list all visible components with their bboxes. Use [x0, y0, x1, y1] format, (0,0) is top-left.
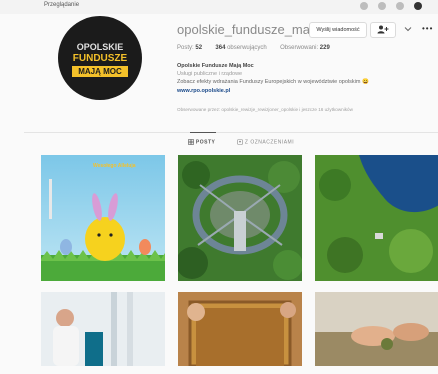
hands-planting-image: [315, 292, 438, 366]
easter-bunny-image: [41, 155, 165, 281]
bio-category: Usługi publiczne i rządowe: [177, 71, 243, 77]
explore-icon[interactable]: [396, 2, 404, 10]
tab-tagged-label: Z OZNACZENIAMI: [244, 139, 295, 146]
aerial-lake-image: [315, 155, 438, 281]
tab-posts-label: POSTY: [195, 139, 216, 146]
post-thumbnail-5[interactable]: [178, 292, 302, 366]
post-thumbnail-1[interactable]: Wesołego Alleluja: [41, 155, 165, 281]
beekeeping-image: [178, 292, 302, 366]
profile-avatar[interactable]: OPOLSKIE FUNDUSZE MAJĄ MOC: [58, 16, 142, 100]
avatar-logo-line-3: MAJĄ MOC: [72, 66, 128, 77]
followed-by-text[interactable]: Obserwowane przez: opolskie_rewizje_rewi…: [177, 107, 353, 112]
chevron-down-icon[interactable]: [404, 26, 412, 32]
add-user-icon: [377, 25, 389, 34]
tab-tagged[interactable]: Z OZNACZENIAMI: [237, 139, 294, 145]
top-bar: Przeglądanie: [0, 0, 438, 14]
post-thumbnail-4[interactable]: [41, 292, 165, 366]
tabs-divider: [24, 132, 438, 133]
post-thumbnail-6[interactable]: [315, 292, 438, 366]
post-thumbnail-2[interactable]: [178, 155, 302, 281]
notification-icon[interactable]: [360, 2, 368, 10]
bio-link[interactable]: www.rpo.opolskie.pl: [177, 88, 230, 94]
activity-icon[interactable]: [378, 2, 386, 10]
top-bar-text: Przeglądanie: [44, 2, 80, 8]
following-count[interactable]: 229: [320, 45, 330, 51]
avatar-logo-line-2: FUNDUSZE: [72, 53, 128, 64]
post-thumbnail-3[interactable]: [315, 155, 438, 281]
bio-description: Zobacz efekty wdrażania Funduszy Europej…: [177, 79, 369, 85]
more-options-icon[interactable]: •••: [422, 24, 433, 33]
posts-label: Posty:: [177, 45, 194, 51]
following-label[interactable]: Obserwowani:: [280, 45, 318, 51]
followers-label[interactable]: obserwujących: [227, 45, 267, 51]
post-1-caption: Wesołego Alleluja: [93, 163, 136, 169]
message-button[interactable]: Wyślij wiadomość: [309, 22, 367, 38]
bio-name: Opolskie Fundusze Mają Moc: [177, 63, 254, 69]
grid-icon: [188, 139, 194, 145]
aerial-forest-tower-image: [178, 155, 302, 281]
avatar-logo-line-1: OPOLSKIE: [76, 42, 124, 52]
medical-staff-image: [41, 292, 165, 366]
profile-stats: Posty: 52 364 obserwujących Obserwowani:…: [177, 45, 330, 51]
tagged-icon: [237, 139, 243, 145]
followers-count[interactable]: 364: [215, 45, 225, 51]
profile-username: opolskie_fundusze_maj...: [177, 22, 324, 37]
profile-avatar-icon[interactable]: [414, 2, 422, 10]
follow-button[interactable]: [370, 22, 396, 38]
posts-count: 52: [195, 45, 203, 51]
tab-posts[interactable]: POSTY: [188, 139, 215, 145]
active-tab-indicator: [190, 132, 216, 133]
